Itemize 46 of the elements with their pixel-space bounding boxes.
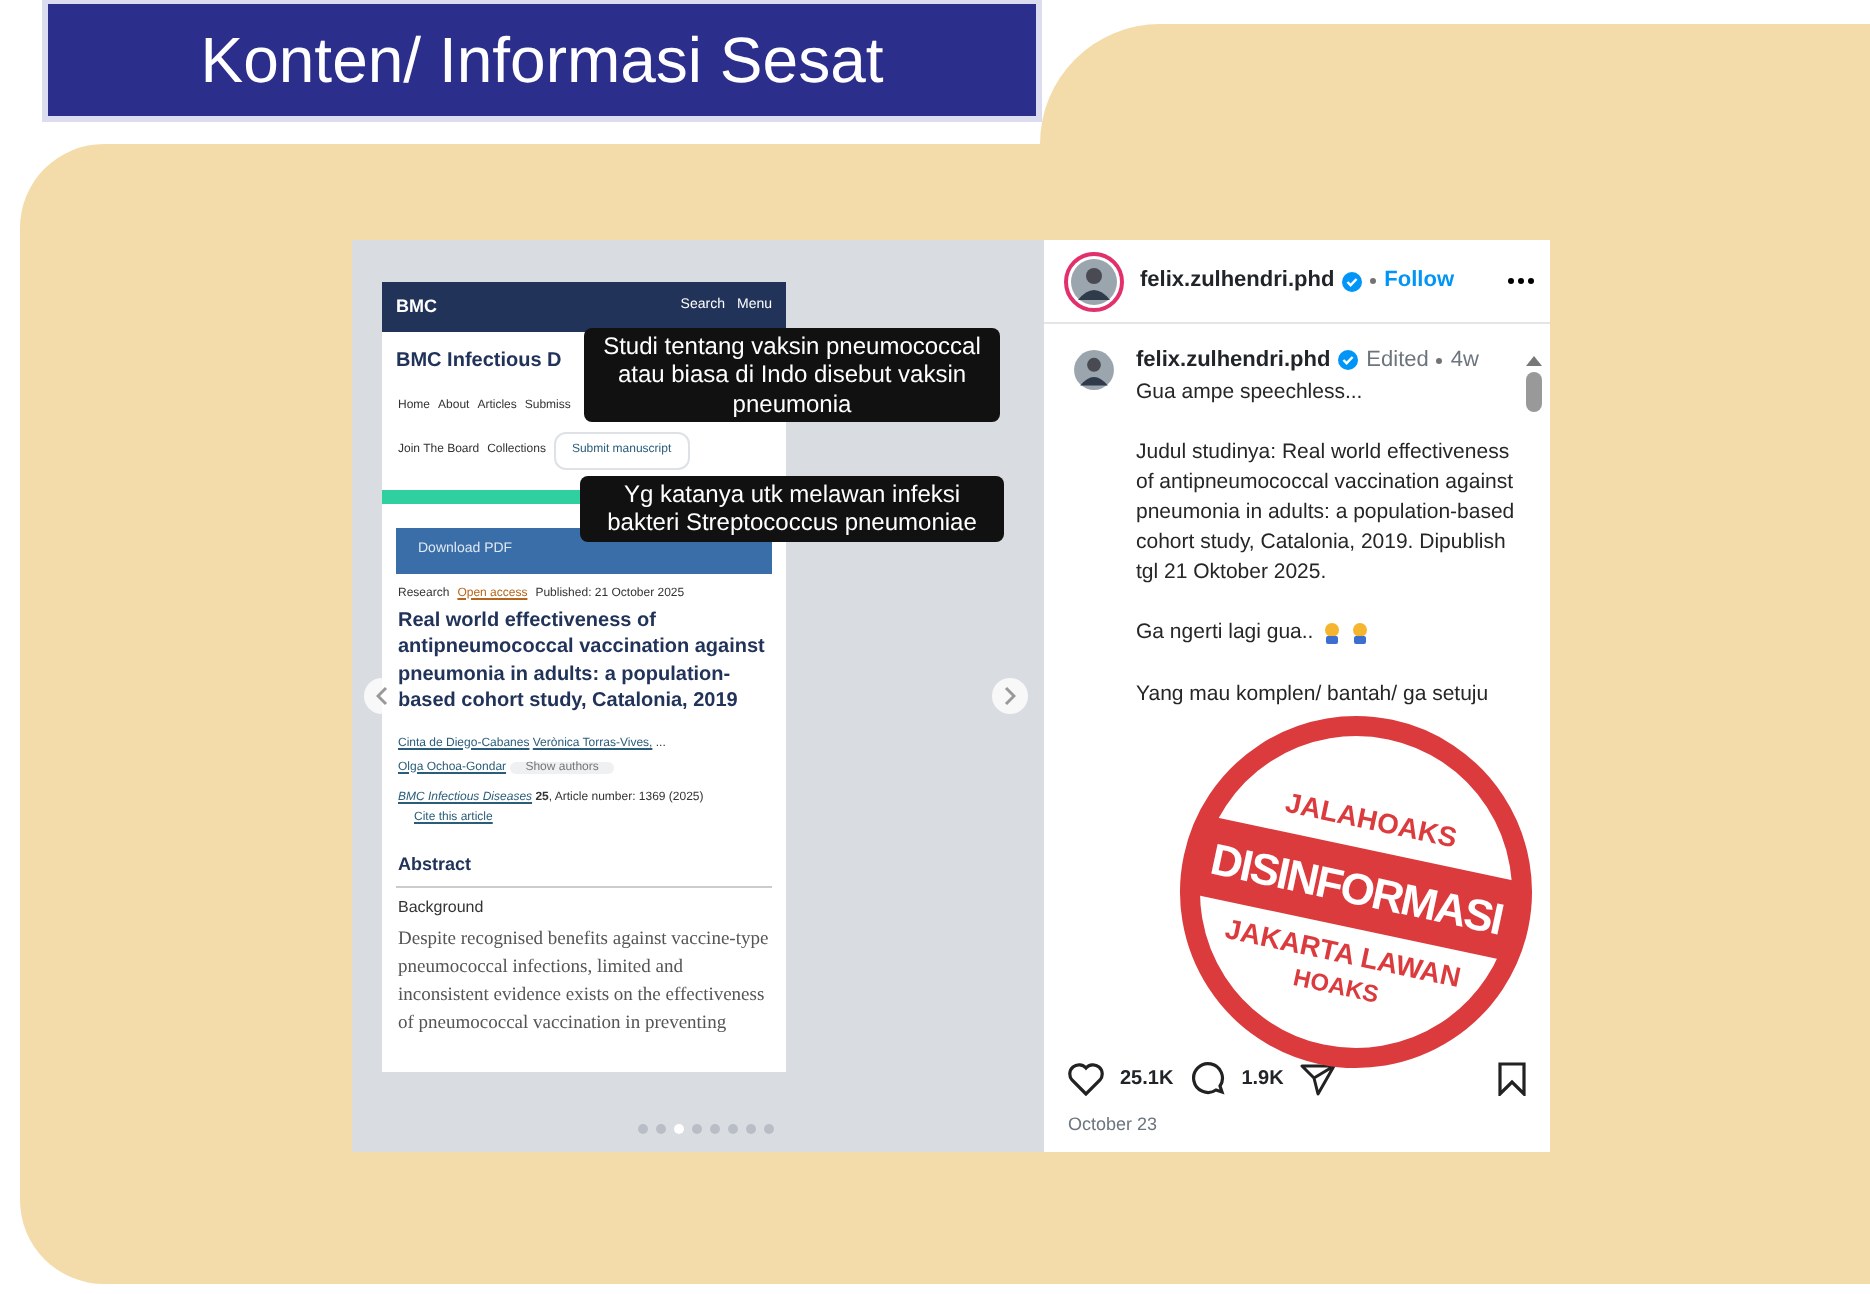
caption-line: Ga ngerti lagi gua.. — [1136, 618, 1314, 649]
article-title: Real world effectiveness of antipneumococcal vaccination against pneumonia in adults: a population-based cohort study, Catalonia, 2019 — [396, 607, 767, 715]
carousel-dot[interactable] — [638, 1124, 648, 1134]
carousel-dot[interactable] — [746, 1124, 756, 1134]
caption-line: Judul studinya: Real world effectiveness of antipneumococcal vaccination against pneumonia in adults: a population-based cohort study, Catalonia, 2019. Dipublish tgl 21 Oktober 2025. — [1136, 438, 1516, 588]
avatar-icon[interactable] — [1068, 344, 1120, 396]
carousel-dot[interactable] — [764, 1124, 774, 1134]
post-time: 4w — [1450, 346, 1479, 376]
post-date: October 23 — [1068, 1112, 1158, 1138]
journal-title: BMC Infectious D — [396, 348, 562, 376]
caption-line: Yang mau komplen/ bantah/ ga setuju — [1136, 679, 1491, 710]
comment-icon[interactable] — [1189, 1060, 1226, 1096]
like-count: 25.1K — [1120, 1065, 1174, 1093]
more-options-icon[interactable] — [1508, 278, 1534, 284]
chevron-icon — [1004, 686, 1016, 706]
heart-icon[interactable] — [1068, 1061, 1104, 1095]
carousel-dot[interactable] — [692, 1124, 702, 1134]
avatar-icon[interactable] — [1064, 251, 1124, 311]
caption-text: Yg katanya utk melawan infeksi bakteri Streptococcus pneumoniae — [580, 476, 1004, 542]
comment-count: 1.9K — [1241, 1065, 1284, 1093]
banner-title: Konten/ Informasi Sesat — [48, 4, 1036, 116]
carousel-dot[interactable] — [710, 1124, 720, 1134]
carousel-dot[interactable] — [656, 1124, 666, 1134]
scroll-up-icon[interactable] — [1526, 356, 1542, 366]
facepalm-emoji-icon — [1349, 622, 1370, 645]
verified-icon — [1342, 271, 1363, 291]
chevron-icon — [376, 686, 388, 706]
background-heading: Background — [396, 896, 486, 921]
abstract-text: Despite recognised benefits against vaccine-type pneumococcal infections, limited and inconsistent evidence exists on the effectiveness of pneumococcal vaccination in preventing — [396, 928, 771, 1038]
facepalm-emoji-icon — [1321, 622, 1342, 645]
username-link[interactable]: felix.zulhendri.phd — [1136, 344, 1331, 377]
verified-icon — [1338, 350, 1359, 371]
caption-line: Gua ampe speechless... — [1136, 377, 1365, 407]
username-link[interactable]: felix.zulhendri.phd — [1140, 264, 1335, 298]
edited-label: Edited — [1366, 346, 1429, 376]
share-icon[interactable] — [1299, 1061, 1336, 1095]
abstract-heading: Abstract — [396, 851, 474, 878]
bookmark-icon[interactable] — [1498, 1061, 1526, 1095]
carousel-dot[interactable] — [728, 1124, 738, 1134]
carousel-dot[interactable] — [674, 1124, 684, 1134]
site-logo: BMC — [396, 293, 437, 320]
separator-dot — [1436, 357, 1443, 364]
carousel-nav-button[interactable] — [992, 678, 1028, 714]
scrollbar-thumb[interactable] — [1526, 372, 1542, 412]
caption-text: Studi tentang vaksin pneumococcal atau biasa di Indo disebut vaksin pneumonia — [584, 328, 1000, 423]
separator-dot — [1370, 278, 1377, 284]
